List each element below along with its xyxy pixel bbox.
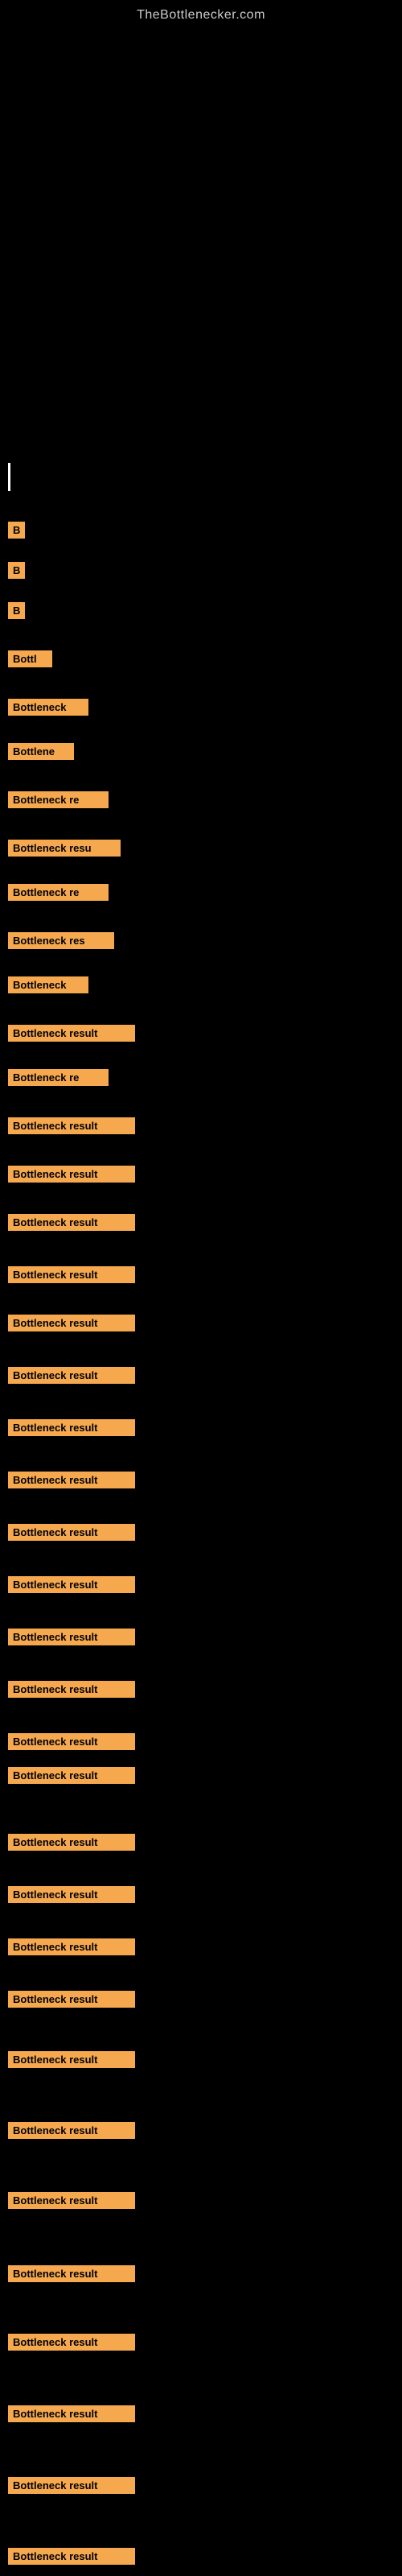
bottleneck-item-2: B (8, 602, 25, 619)
bottleneck-item-0: B (8, 522, 25, 539)
site-title: TheBottlenecker.com (0, 0, 402, 27)
bottleneck-item-24: Bottleneck result (8, 1681, 135, 1698)
bottleneck-item-35: Bottleneck result (8, 2334, 135, 2351)
bottleneck-item-10: Bottleneck (8, 976, 88, 993)
bottleneck-label-22: Bottleneck result (8, 1576, 135, 1593)
bottleneck-label-0: B (8, 522, 25, 539)
bottleneck-label-38: Bottleneck result (8, 2548, 135, 2565)
bottleneck-item-4: Bottleneck (8, 699, 88, 716)
items-container: B B B Bottl Bottleneck Bottlene Bottleneck re B… (0, 477, 402, 2570)
bottleneck-label-8: Bottleneck re (8, 884, 109, 901)
bottleneck-item-25: Bottleneck result (8, 1733, 135, 1750)
bottleneck-label-29: Bottleneck result (8, 1938, 135, 1955)
bottleneck-label-27: Bottleneck result (8, 1834, 135, 1851)
bottleneck-label-7: Bottleneck resu (8, 840, 121, 857)
bottleneck-label-19: Bottleneck result (8, 1419, 135, 1436)
bottleneck-item-5: Bottlene (8, 743, 74, 760)
bottleneck-label-25: Bottleneck result (8, 1733, 135, 1750)
bottleneck-label-17: Bottleneck result (8, 1315, 135, 1331)
bottleneck-label-21: Bottleneck result (8, 1524, 135, 1541)
bottleneck-label-24: Bottleneck result (8, 1681, 135, 1698)
bottleneck-item-12: Bottleneck re (8, 1069, 109, 1086)
bottleneck-label-6: Bottleneck re (8, 791, 109, 808)
bottleneck-item-26: Bottleneck result (8, 1767, 135, 1784)
bottleneck-item-15: Bottleneck result (8, 1214, 135, 1231)
bottleneck-item-14: Bottleneck result (8, 1166, 135, 1183)
bottleneck-item-17: Bottleneck result (8, 1315, 135, 1331)
bottleneck-label-2: B (8, 602, 25, 619)
bottleneck-label-31: Bottleneck result (8, 2051, 135, 2068)
bottleneck-item-32: Bottleneck result (8, 2122, 135, 2139)
bottleneck-item-1: B (8, 562, 25, 579)
bottleneck-label-1: B (8, 562, 25, 579)
bottleneck-label-13: Bottleneck result (8, 1117, 135, 1134)
bottleneck-label-26: Bottleneck result (8, 1767, 135, 1784)
bottleneck-item-34: Bottleneck result (8, 2265, 135, 2282)
bottleneck-item-18: Bottleneck result (8, 1367, 135, 1384)
bottleneck-label-10: Bottleneck (8, 976, 88, 993)
bottleneck-label-15: Bottleneck result (8, 1214, 135, 1231)
bottleneck-label-4: Bottleneck (8, 699, 88, 716)
bottleneck-label-23: Bottleneck result (8, 1629, 135, 1645)
bottleneck-item-28: Bottleneck result (8, 1886, 135, 1903)
bottleneck-item-29: Bottleneck result (8, 1938, 135, 1955)
bottleneck-item-13: Bottleneck result (8, 1117, 135, 1134)
chart-area (16, 27, 386, 477)
bottleneck-label-28: Bottleneck result (8, 1886, 135, 1903)
bottleneck-item-33: Bottleneck result (8, 2192, 135, 2209)
bottleneck-item-21: Bottleneck result (8, 1524, 135, 1541)
bottleneck-item-16: Bottleneck result (8, 1266, 135, 1283)
bottleneck-label-18: Bottleneck result (8, 1367, 135, 1384)
bottleneck-item-23: Bottleneck result (8, 1629, 135, 1645)
bottleneck-label-3: Bottl (8, 650, 52, 667)
bottleneck-item-19: Bottleneck result (8, 1419, 135, 1436)
bottleneck-label-37: Bottleneck result (8, 2477, 135, 2494)
bottleneck-label-33: Bottleneck result (8, 2192, 135, 2209)
bottleneck-item-31: Bottleneck result (8, 2051, 135, 2068)
bottleneck-item-6: Bottleneck re (8, 791, 109, 808)
bottleneck-label-36: Bottleneck result (8, 2405, 135, 2422)
bottleneck-label-30: Bottleneck result (8, 1991, 135, 2008)
bottleneck-item-8: Bottleneck re (8, 884, 109, 901)
bottleneck-label-34: Bottleneck result (8, 2265, 135, 2282)
bottleneck-item-20: Bottleneck result (8, 1472, 135, 1488)
bottleneck-label-16: Bottleneck result (8, 1266, 135, 1283)
bottleneck-item-11: Bottleneck result (8, 1025, 135, 1042)
bottleneck-item-7: Bottleneck resu (8, 840, 121, 857)
bottleneck-label-20: Bottleneck result (8, 1472, 135, 1488)
bottleneck-label-5: Bottlene (8, 743, 74, 760)
bottleneck-item-27: Bottleneck result (8, 1834, 135, 1851)
bottleneck-item-22: Bottleneck result (8, 1576, 135, 1593)
bottleneck-item-38: Bottleneck result (8, 2548, 135, 2565)
bottleneck-item-3: Bottl (8, 650, 52, 667)
bottleneck-item-37: Bottleneck result (8, 2477, 135, 2494)
bottleneck-item-30: Bottleneck result (8, 1991, 135, 2008)
bottleneck-item-9: Bottleneck res (8, 932, 114, 949)
bottleneck-label-12: Bottleneck re (8, 1069, 109, 1086)
bottleneck-label-9: Bottleneck res (8, 932, 114, 949)
bottleneck-label-14: Bottleneck result (8, 1166, 135, 1183)
bottleneck-label-11: Bottleneck result (8, 1025, 135, 1042)
bottleneck-item-36: Bottleneck result (8, 2405, 135, 2422)
bottleneck-label-32: Bottleneck result (8, 2122, 135, 2139)
bottleneck-label-35: Bottleneck result (8, 2334, 135, 2351)
